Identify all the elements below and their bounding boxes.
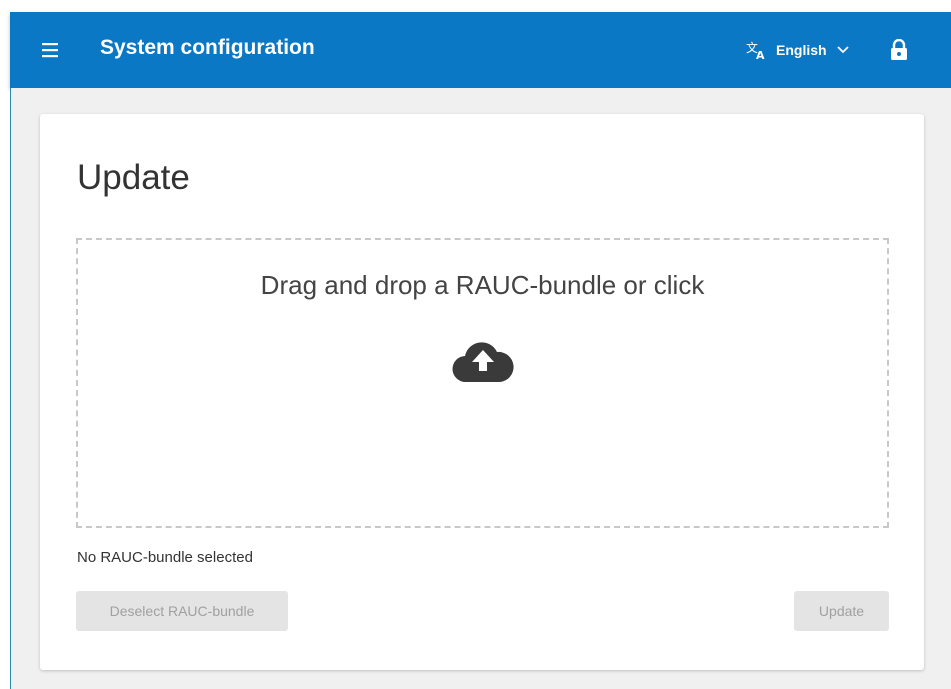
app-bar: System configuration 文 A English — [10, 12, 951, 88]
menu-button[interactable] — [38, 38, 62, 62]
page-title: Update — [77, 158, 190, 197]
hamburger-icon — [42, 43, 58, 58]
bundle-dropzone[interactable]: Drag and drop a RAUC-bundle or click — [76, 238, 889, 528]
deselect-bundle-button[interactable]: Deselect RAUC-bundle — [76, 591, 288, 631]
update-card: Update Drag and drop a RAUC-bundle or cl… — [40, 114, 924, 670]
top-strip — [0, 0, 951, 12]
update-button[interactable]: Update — [794, 591, 889, 631]
bundle-status-text: No RAUC-bundle selected — [77, 549, 253, 566]
lock-button[interactable] — [888, 36, 910, 64]
cloud-upload-icon — [452, 342, 514, 383]
lock-icon — [891, 39, 907, 60]
language-selector[interactable]: 文 A English — [746, 36, 849, 64]
language-label: English — [776, 42, 827, 58]
translate-icon: 文 A — [746, 40, 765, 60]
chevron-down-icon — [836, 46, 849, 54]
svg-text:A: A — [756, 49, 765, 60]
app-title: System configuration — [100, 36, 315, 59]
dropzone-text: Drag and drop a RAUC-bundle or click — [260, 270, 705, 300]
